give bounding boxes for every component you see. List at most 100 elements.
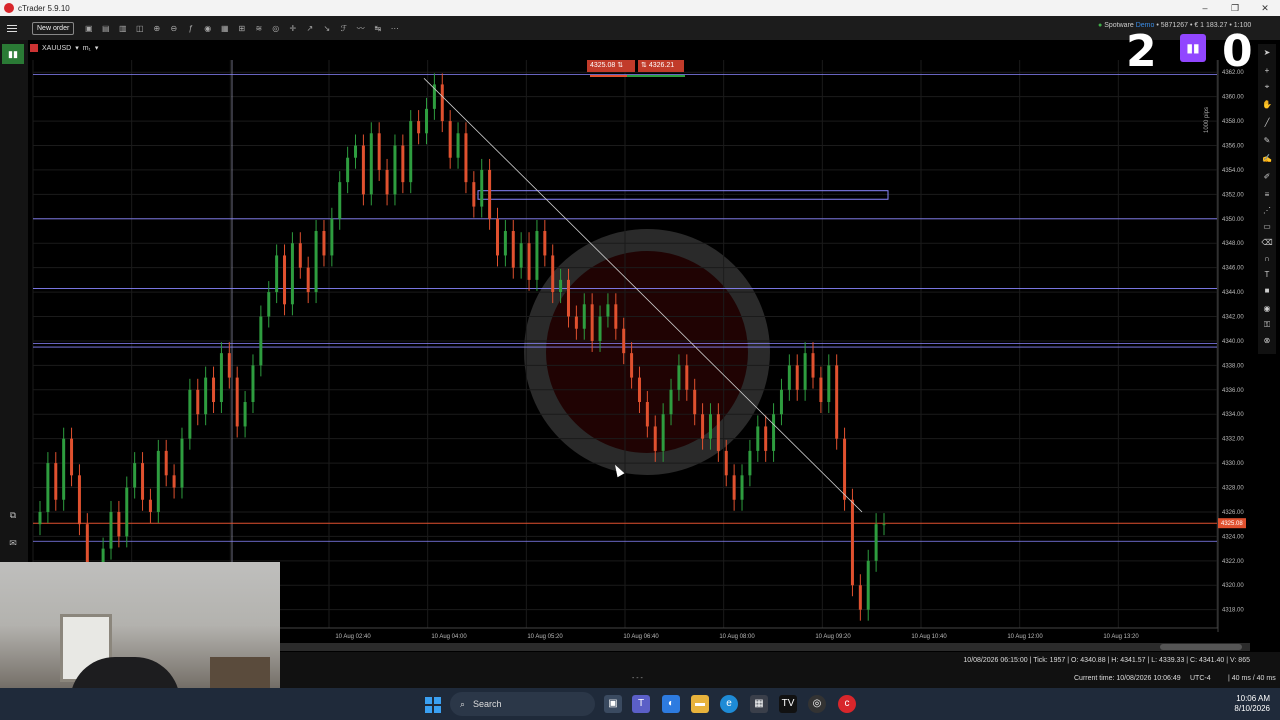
drawing-tools-sidebar: ➤ + ⌖ ✋ ╱ ✎ ✍ ✐ ≡ ⋰ ▭ ⌫ ∩ T ■ ◉ ⚿ ⊗: [1258, 44, 1276, 354]
tradingview-icon[interactable]: TV: [779, 695, 797, 713]
teams-icon[interactable]: T: [632, 695, 650, 713]
candle-body: [740, 475, 744, 500]
trendline-tool-icon[interactable]: ╱: [1261, 118, 1273, 127]
candle-body: [196, 389, 200, 415]
gann-icon[interactable]: ⋰: [1261, 206, 1273, 215]
candle-body: [519, 243, 523, 268]
candle-body: [148, 499, 152, 512]
price-tick-label: 4320.00: [1222, 583, 1244, 589]
candle-body: [227, 353, 231, 378]
candle-body: [503, 231, 507, 256]
obs-icon[interactable]: ◎: [808, 695, 826, 713]
candle-body: [661, 414, 665, 451]
eraser-icon[interactable]: ⌫: [1261, 238, 1273, 247]
overlay-right-number: 0: [1222, 26, 1253, 77]
candle-body: [850, 499, 854, 586]
candle-body: [346, 157, 350, 183]
time-tick-label: 10 Aug 06:40: [623, 634, 659, 640]
clock-time: 10:06 AM: [1236, 694, 1270, 703]
candle-body: [756, 426, 760, 451]
panel-resize-handle[interactable]: - - -: [632, 670, 643, 688]
ctrader-taskbar-icon[interactable]: c: [838, 695, 856, 713]
candle-body: [677, 365, 681, 390]
price-tick-label: 4328.00: [1222, 486, 1244, 492]
visibility-icon[interactable]: ◉: [1261, 304, 1273, 313]
copilot-icon[interactable]: ◐: [662, 695, 680, 713]
candle-body: [622, 328, 626, 354]
text-tool-icon[interactable]: T: [1261, 270, 1273, 279]
candle-body: [748, 450, 752, 476]
price-tick-label: 4350.00: [1222, 217, 1244, 223]
candle-body: [614, 304, 618, 329]
candle-body: [795, 365, 799, 390]
pointer-icon[interactable]: ⌖: [1261, 82, 1273, 92]
taskbar-clock[interactable]: 10:06 AM 8/10/2026: [1224, 694, 1270, 714]
search-icon: ⌕: [460, 698, 466, 709]
taskbar-search[interactable]: ⌕ Search: [450, 692, 595, 716]
time-tick-label: 10 Aug 04:00: [431, 634, 467, 640]
candle-body: [283, 255, 287, 305]
buy-price-button[interactable]: ⇅ 4326.21: [638, 60, 684, 72]
candle-body: [645, 402, 649, 427]
candle-body: [77, 475, 81, 525]
candle-body: [306, 267, 310, 293]
candle-body: [566, 279, 570, 317]
candle-body: [708, 414, 712, 439]
chart-dropdown-icon[interactable]: ▾: [75, 44, 79, 52]
candle-body: [164, 450, 168, 476]
lock-icon[interactable]: ⚿: [1261, 320, 1273, 330]
candle-body: [109, 511, 113, 549]
candle-body: [125, 487, 129, 537]
price-tick-label: 4322.00: [1222, 559, 1244, 565]
candle-body: [409, 121, 413, 183]
pencil-icon[interactable]: ✎: [1261, 136, 1273, 145]
price-tick-label: 4338.00: [1222, 363, 1244, 369]
candle-body: [330, 218, 334, 256]
buy-spread-bar: [627, 75, 685, 77]
candle-body: [693, 389, 697, 415]
brush-icon[interactable]: ✍: [1261, 154, 1273, 163]
timezone-selector[interactable]: UTC-4: [1190, 670, 1211, 688]
candle-body: [338, 182, 342, 219]
chart-symbol: XAUUSD: [42, 44, 72, 52]
timeframe-dropdown-icon[interactable]: ▾: [95, 44, 99, 52]
candle-body: [464, 133, 468, 183]
pen-icon[interactable]: ✐: [1261, 172, 1273, 181]
ohlc-readout: 10/08/2026 06:15:00 | Tick: 1957 | O: 43…: [280, 652, 1280, 670]
edge-icon[interactable]: e: [720, 695, 738, 713]
sell-spread-bar: [590, 75, 628, 77]
crosshair-tool-icon[interactable]: +: [1261, 66, 1273, 75]
symbol-flag-icon: [30, 44, 38, 52]
chart-scrollbar[interactable]: [280, 643, 1250, 651]
cursor-icon[interactable]: ➤: [1261, 48, 1273, 57]
candle-body: [787, 365, 791, 390]
store-icon[interactable]: ▦: [750, 695, 768, 713]
candle-body: [141, 463, 145, 500]
candle-body: [606, 304, 610, 317]
hand-icon[interactable]: ✋: [1261, 100, 1273, 109]
rectangle-tool-icon[interactable]: ■: [1261, 286, 1273, 295]
comment-icon[interactable]: ▭: [1261, 222, 1273, 231]
candle-body: [764, 426, 768, 451]
fibonacci-tool-icon[interactable]: ≡: [1261, 190, 1273, 199]
delete-drawings-icon[interactable]: ⊗: [1261, 336, 1273, 345]
chart-tab[interactable]: XAUUSD ▾ m₁ ▾: [30, 42, 98, 54]
candle-body: [772, 414, 776, 451]
candle-body: [354, 145, 358, 158]
chart-timeframe[interactable]: m₁: [83, 45, 91, 52]
price-tick-label: 4358.00: [1222, 119, 1244, 125]
candle-body: [882, 524, 886, 526]
magnet-icon[interactable]: ∩: [1261, 254, 1273, 263]
buy-arrow-icon: ⇅: [641, 62, 647, 69]
candle-body: [298, 243, 302, 268]
sell-price-button[interactable]: 4325.08 ⇅: [587, 60, 635, 72]
task-view-icon[interactable]: ▣: [604, 695, 622, 713]
candle-body: [488, 169, 492, 219]
time-tick-label: 10 Aug 05:20: [527, 634, 563, 640]
price-tick-label: 4332.00: [1222, 437, 1244, 443]
scrollbar-thumb[interactable]: [1160, 644, 1242, 650]
file-explorer-icon[interactable]: ▬: [691, 695, 709, 713]
price-tick-label: 4346.00: [1222, 266, 1244, 272]
candle-body: [495, 218, 499, 256]
windows-start-icon[interactable]: [425, 697, 441, 713]
